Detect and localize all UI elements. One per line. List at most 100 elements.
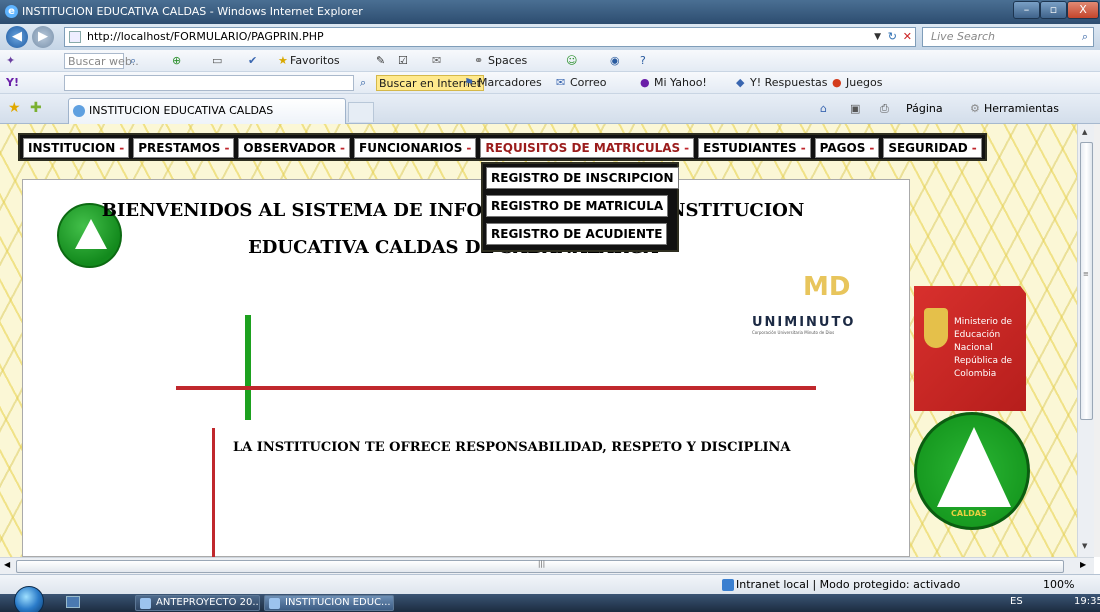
home-icon[interactable]: ⌂ xyxy=(820,102,827,115)
menu-funcionarios[interactable]: FUNCIONARIOS - xyxy=(354,138,477,158)
tab-institucion[interactable]: INSTITUCION EDUCATIVA CALDAS xyxy=(68,98,346,124)
scroll-up-icon[interactable]: ▲ xyxy=(1082,128,1087,136)
new-tab-button[interactable] xyxy=(348,102,374,122)
start-button[interactable] xyxy=(14,586,44,612)
favorites-star-icon: ★ xyxy=(278,54,288,67)
mail-yahoo-icon: ✉ xyxy=(556,76,566,89)
menu-pagos[interactable]: PAGOS - xyxy=(814,138,880,158)
url-dropdown-icon[interactable]: ▼ xyxy=(874,28,881,46)
edit-icon[interactable]: ☑ xyxy=(398,53,408,69)
maximize-button[interactable]: ▫ xyxy=(1040,1,1067,19)
seal-word: CALDAS xyxy=(951,509,987,518)
menu-dash: - xyxy=(466,141,472,155)
hscroll-grip-icon: ||| xyxy=(538,560,546,568)
title-bar: e INSTITUCION EDUCATIVA CALDAS - Windows… xyxy=(0,0,1100,24)
my-yahoo-button[interactable]: Mi Yahoo! xyxy=(654,75,707,91)
live-search-input[interactable]: Live Search ⌕ xyxy=(922,27,1094,47)
answers-button[interactable]: Y! Respuestas xyxy=(750,75,828,91)
tools-menu[interactable]: Herramientas xyxy=(984,102,1059,115)
menu-dash: - xyxy=(800,141,806,155)
yahoo-toolbar-icon[interactable]: ✦ xyxy=(6,53,15,69)
vertical-scroll-thumb[interactable] xyxy=(1080,142,1093,420)
spaces-button[interactable]: Spaces xyxy=(488,53,527,69)
add-favorites-icon[interactable]: ✚ xyxy=(30,100,42,116)
search-icon[interactable]: ⌕ xyxy=(1082,28,1088,46)
right-edge xyxy=(1094,124,1100,557)
url-field[interactable]: http://localhost/FORMULARIO/PAGPRIN.PHP … xyxy=(64,27,916,47)
vertical-scrollbar[interactable]: ▲ ≡ ▼ xyxy=(1077,124,1094,557)
refresh-icon[interactable]: ↻ xyxy=(888,28,897,46)
menu-institucion[interactable]: INSTITUCION - xyxy=(23,138,130,158)
forward-button[interactable]: ▶ xyxy=(32,26,54,48)
mail-button[interactable]: Correo xyxy=(570,75,607,91)
taskbar-anteproyecto[interactable]: ANTEPROYECTO 20... xyxy=(135,595,260,611)
window-title: INSTITUCION EDUCATIVA CALDAS - Windows I… xyxy=(22,5,363,18)
people-icon[interactable]: ☺ xyxy=(566,53,577,69)
show-desktop-icon[interactable] xyxy=(66,596,80,608)
menu-label: FUNCIONARIOS xyxy=(359,141,463,155)
ministerio-line-3: República de Colombia xyxy=(954,356,1013,379)
minimize-button[interactable]: – xyxy=(1013,1,1040,19)
md-logo: MD xyxy=(803,272,851,302)
toolbar-checkmark-icon[interactable]: ✔ xyxy=(248,53,257,69)
menu-requisitos-matriculas[interactable]: REQUISITOS DE MATRICULAS - xyxy=(480,138,695,158)
clock[interactable]: 19:35 xyxy=(1074,596,1100,607)
menu-seguridad[interactable]: SEGURIDAD - xyxy=(883,138,982,158)
menu-label: SEGURIDAD xyxy=(888,141,968,155)
back-button[interactable]: ◀ xyxy=(6,26,28,48)
welcome-panel: BIENVENIDOS AL SISTEMA DE INFORMACION DE… xyxy=(22,179,910,557)
security-zone-text[interactable]: Intranet local | Modo protegido: activad… xyxy=(736,578,960,591)
scroll-left-icon[interactable]: ◀ xyxy=(4,560,10,569)
menu-label: PRESTAMOS xyxy=(138,141,221,155)
bookmarks-icon: ⚑ xyxy=(464,76,474,89)
bookmarks-button[interactable]: Marcadores xyxy=(478,75,542,91)
welcome-line-1: BIENVENIDOS AL SISTEMA DE INFORMACION DE… xyxy=(101,200,805,221)
menu-registro-acudiente[interactable]: REGISTRO DE ACUDIENTE xyxy=(486,223,668,245)
menu-dash: - xyxy=(340,141,345,155)
ministerio-line-1: Ministerio de xyxy=(954,317,1013,327)
yahoo-logo-icon[interactable]: Y! xyxy=(6,75,19,91)
help-icon[interactable]: ? xyxy=(640,53,646,69)
zoom-level[interactable]: 100% xyxy=(1043,578,1074,591)
page-menu[interactable]: Página xyxy=(906,102,943,115)
scroll-down-icon[interactable]: ▼ xyxy=(1082,542,1087,550)
games-button[interactable]: Juegos xyxy=(846,75,882,91)
scroll-right-icon[interactable]: ▶ xyxy=(1080,560,1086,569)
favorites-button[interactable]: Favoritos xyxy=(290,53,340,69)
web-search-input[interactable]: Buscar web.. xyxy=(64,53,139,69)
toolbar-window-icon[interactable]: ▭ xyxy=(212,53,222,69)
tagline: LA INSTITUCION TE OFRECE RESPONSABILIDAD… xyxy=(233,440,791,455)
ministerio-logo: Ministerio de Educación Nacional Repúbli… xyxy=(914,286,1026,411)
address-bar: ◀ ▶ http://localhost/FORMULARIO/PAGPRIN.… xyxy=(0,24,1100,50)
menu-estudiantes[interactable]: ESTUDIANTES - xyxy=(698,138,811,158)
requisitos-dropdown: REGISTRO DE INSCRIPCION REGISTRO DE MATR… xyxy=(481,162,679,252)
stop-icon[interactable]: ✕ xyxy=(903,28,912,46)
school-seal: CALDAS xyxy=(914,412,1030,530)
menu-label: ESTUDIANTES xyxy=(703,141,797,155)
print-icon[interactable]: ⎙ xyxy=(880,102,889,116)
toolbar-circle-icon[interactable]: ◉ xyxy=(610,53,620,69)
language-indicator[interactable]: ES xyxy=(1010,596,1023,607)
horizontal-scrollbar[interactable]: ◀ ||| ▶ xyxy=(0,557,1094,574)
pen-icon[interactable]: ✎ xyxy=(376,53,385,69)
page-content: BIENVENIDOS AL SISTEMA DE INFORMACION DE… xyxy=(0,124,1077,557)
toolbar-1: ✦ Buscar web.. ⌕ ⊕ ▭ ✔ ★ Favoritos ✎ ☑ ✉… xyxy=(0,50,1100,72)
tab-label: INSTITUCION EDUCATIVA CALDAS xyxy=(89,104,274,117)
menu-registro-inscripcion[interactable]: REGISTRO DE INSCRIPCION xyxy=(486,167,679,189)
menu-dash: - xyxy=(971,141,977,155)
mail-icon[interactable]: ✉ xyxy=(432,53,441,69)
toolbar-plus-icon[interactable]: ⊕ xyxy=(172,53,181,69)
menu-observador[interactable]: OBSERVADOR - xyxy=(238,138,350,158)
web-search-icon[interactable]: ⌕ xyxy=(130,53,136,69)
yahoo-search-input[interactable] xyxy=(64,75,354,91)
favorites-center-icon[interactable]: ★ xyxy=(8,100,21,116)
menu-label: REQUISITOS DE MATRICULAS xyxy=(485,141,681,155)
menu-prestamos[interactable]: PRESTAMOS - xyxy=(133,138,235,158)
games-icon: ● xyxy=(832,76,842,89)
menu-registro-matricula[interactable]: REGISTRO DE MATRICULA xyxy=(486,195,669,217)
menu-dash: - xyxy=(224,141,230,155)
close-button[interactable]: X xyxy=(1067,1,1099,19)
taskbar-institucion[interactable]: INSTITUCION EDUC... xyxy=(264,595,394,611)
feeds-icon[interactable]: ▣ xyxy=(850,102,860,115)
ie-logo-icon: e xyxy=(5,5,18,18)
